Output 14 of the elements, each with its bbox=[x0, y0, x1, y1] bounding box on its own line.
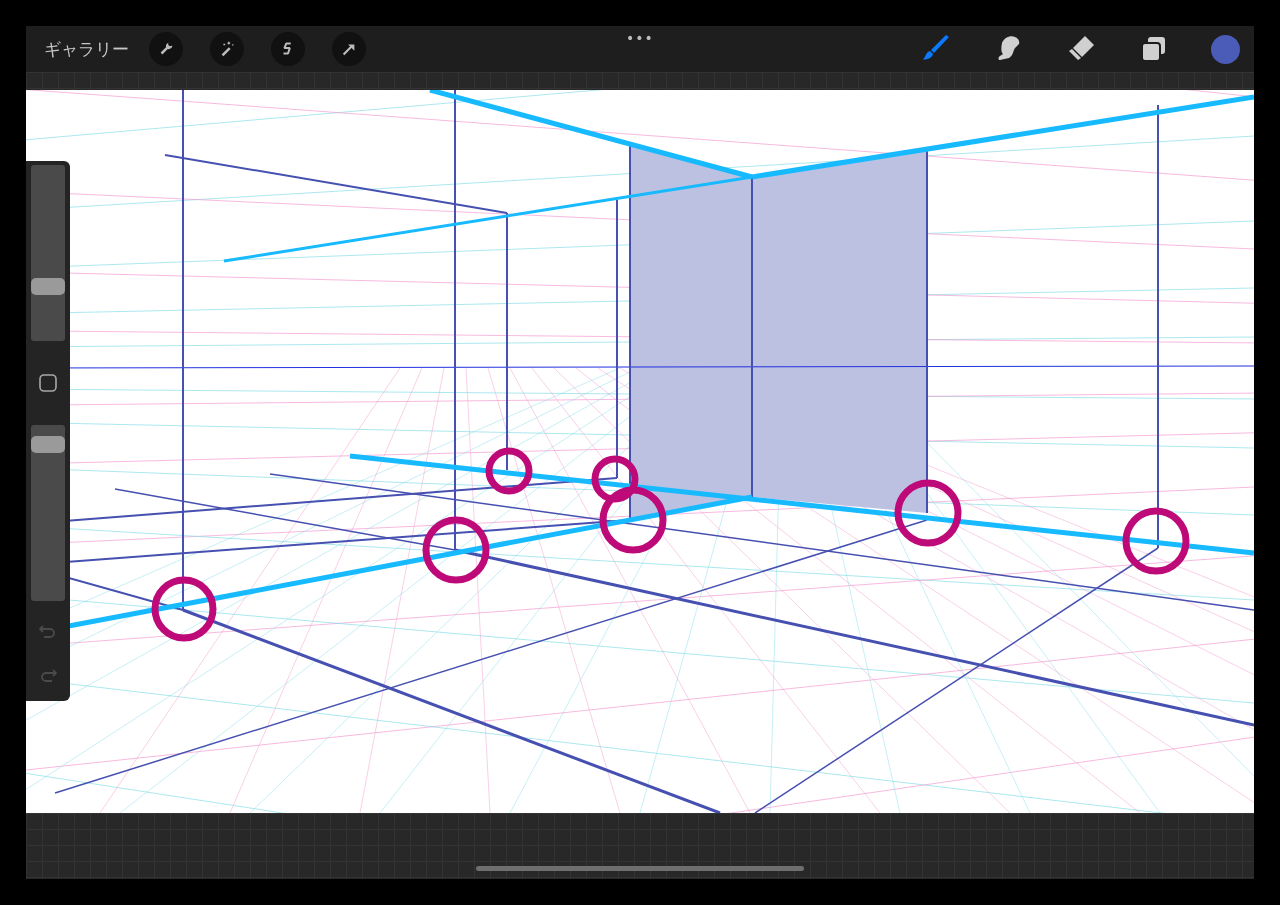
arrow-icon-button[interactable] bbox=[332, 32, 366, 66]
redo-arrow-icon bbox=[38, 667, 58, 685]
magic-wand-icon-button[interactable] bbox=[210, 32, 244, 66]
wrench-icon-button[interactable] bbox=[149, 32, 183, 66]
opacity-slider[interactable] bbox=[31, 425, 65, 601]
brush-size-slider[interactable] bbox=[31, 165, 65, 341]
s-curve-icon-button[interactable] bbox=[271, 32, 305, 66]
slider-handle[interactable] bbox=[31, 277, 65, 295]
slider-handle[interactable] bbox=[31, 436, 65, 454]
more-menu[interactable]: ••• bbox=[626, 30, 654, 46]
gallery-button[interactable]: ギャラリー bbox=[44, 37, 129, 61]
square-icon[interactable] bbox=[38, 373, 58, 393]
color-swatch[interactable] bbox=[1211, 34, 1240, 64]
undo-arrow-icon bbox=[38, 623, 58, 641]
